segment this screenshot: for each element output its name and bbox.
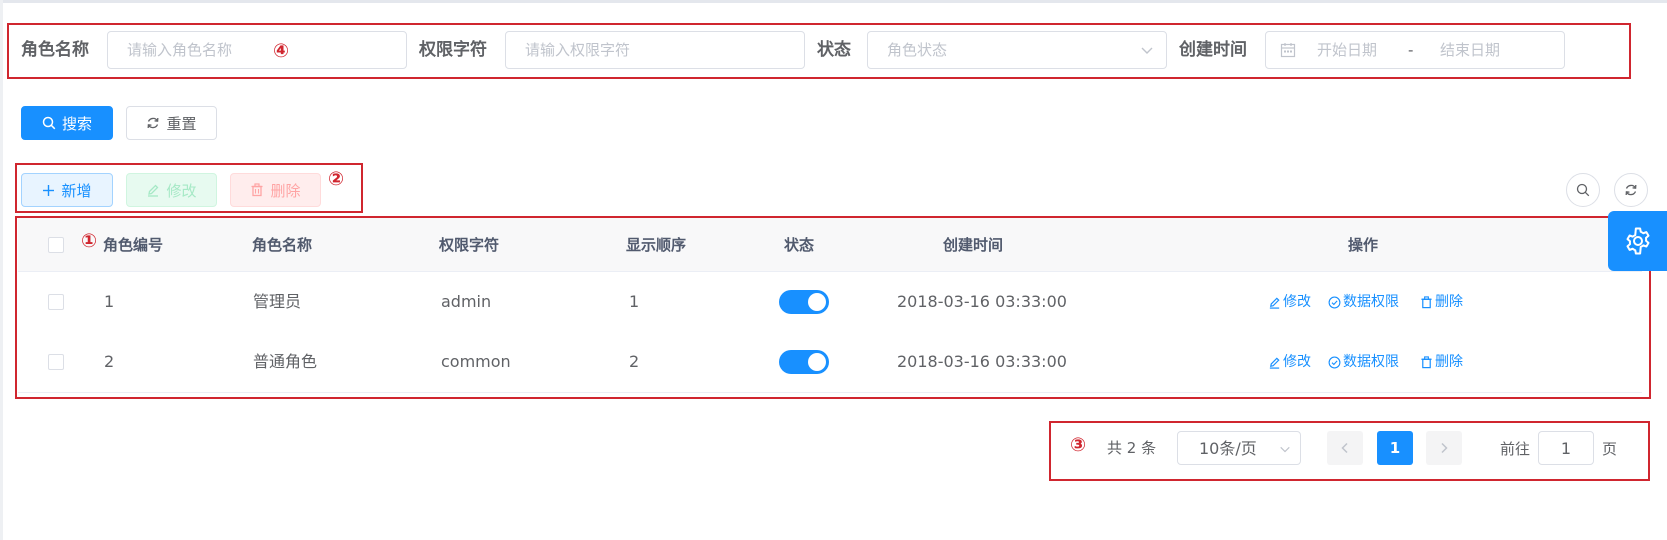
date-range-picker[interactable]: 开始日期 - 结束日期: [1265, 31, 1565, 69]
edit-icon: [148, 184, 159, 197]
chevron-right-icon: [1441, 442, 1448, 454]
reset-button[interactable]: 重置: [126, 106, 217, 140]
annotation-marker-3: ③: [1070, 434, 1087, 456]
page-size-value: 10条/页: [1199, 439, 1257, 458]
add-button-label: 新增: [61, 181, 92, 200]
end-date-placeholder[interactable]: 结束日期: [1440, 40, 1500, 60]
settings-drawer-button[interactable]: [1608, 211, 1667, 271]
left-border: [0, 0, 3, 540]
chevron-left-icon: [1341, 442, 1348, 454]
annotation-marker-2: ②: [328, 168, 345, 190]
search-icon: [42, 116, 56, 130]
edit-button[interactable]: 修改: [126, 173, 217, 207]
page-number-current[interactable]: 1: [1377, 431, 1413, 465]
gear-icon: [1626, 227, 1649, 255]
goto-page-input[interactable]: 1: [1538, 431, 1594, 465]
range-separator: -: [1408, 41, 1414, 59]
chevron-down-icon: [1280, 446, 1290, 453]
top-border: [0, 0, 1667, 3]
role-name-input[interactable]: 请输入角色名称: [107, 31, 407, 69]
delete-button[interactable]: 删除: [230, 173, 321, 207]
role-name-placeholder: 请输入角色名称: [127, 41, 233, 59]
annotation-marker-4: ④: [273, 40, 290, 62]
status-placeholder: 角色状态: [887, 41, 948, 59]
role-key-label: 权限字符: [419, 40, 487, 60]
chevron-down-icon: [1141, 47, 1153, 54]
status-select[interactable]: 角色状态: [867, 31, 1167, 69]
annotation-box-table: [15, 216, 1651, 399]
goto-label: 前往: [1500, 440, 1531, 458]
created-time-label: 创建时间: [1179, 40, 1247, 60]
page-suffix-label: 页: [1602, 440, 1618, 458]
add-button[interactable]: 新增: [21, 173, 113, 207]
page-size-select[interactable]: 10条/页: [1177, 431, 1301, 465]
pagination-total: 共 2 条: [1107, 439, 1157, 457]
trash-icon: [251, 183, 263, 197]
refresh-icon: [1625, 184, 1637, 196]
toggle-search-button[interactable]: [1566, 173, 1600, 207]
start-date-placeholder[interactable]: 开始日期: [1317, 40, 1377, 60]
prev-page-button[interactable]: [1327, 431, 1363, 465]
calendar-icon: [1280, 43, 1296, 58]
refresh-icon: [148, 117, 159, 129]
role-name-label: 角色名称: [21, 40, 89, 60]
status-label: 状态: [817, 40, 851, 60]
role-key-placeholder: 请输入权限字符: [525, 41, 631, 59]
edit-button-label: 修改: [166, 181, 197, 200]
search-button-label: 搜索: [61, 114, 92, 133]
role-key-input[interactable]: 请输入权限字符: [505, 31, 805, 69]
plus-icon: [43, 184, 55, 196]
search-icon: [1576, 183, 1590, 197]
reset-button-label: 重置: [166, 114, 197, 133]
delete-button-label: 删除: [270, 181, 301, 200]
next-page-button[interactable]: [1426, 431, 1462, 465]
search-button[interactable]: 搜索: [21, 106, 113, 140]
refresh-table-button[interactable]: [1614, 173, 1648, 207]
